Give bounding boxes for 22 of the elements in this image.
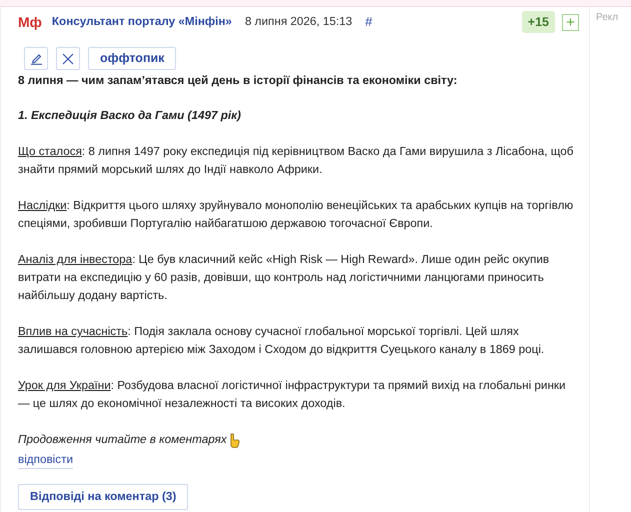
paragraph: Аналіз для інвестора: Це був класичний кейс «High Risk — High Reward». Лише один рейс окупив витрати на експедицію у 60 разів, довівши, що контроль над логістичними ланцюгами приносить найбільшу додану вартість. (18, 252, 550, 304)
sidebar-label: Рекл (596, 12, 618, 23)
section-heading: 1. Експедиція Васко да Гами (1497 рік) (18, 108, 242, 124)
paragraph: Що сталося: 8 липня 1497 року експедиція під керівництвом Васко да Гами вирушила з Лісабона, щоб знайти прямий морський шлях до Індії навколо Африки. (18, 144, 574, 178)
comment-date: 8 липня 2026, 15:13 (244, 14, 352, 30)
anchor-link[interactable]: # (365, 12, 372, 32)
paragraph: Урок для України: Розбудова власної логістичної інфраструктури та прямий вихід на глобальні ринки — це шлях до економічної незалежності та високих доходів. (18, 378, 567, 412)
score-badge: +15 (522, 10, 555, 34)
replies-button[interactable]: Відповіді на коментар (3) (18, 484, 188, 510)
paragraph: Наслідки: Відкриття цього шляху зруйнувало монополію венеційських та арабських купців на торгівлю спеціями, зробивши Португалію найбагатшою державою тогочасної Європи. (18, 198, 574, 232)
site-logo: Мф (18, 12, 42, 32)
close-icon (62, 52, 74, 64)
offtopic-button[interactable]: оффтопик (88, 47, 176, 70)
paragraph: Вплив на сучасність: Подія заклала основу сучасної глобальної морської торгівлі. Цей шлях залишався головною артерією між Заходом і Сходом до відкриття Суецького каналу в 1869 році. (18, 324, 546, 358)
pointing-hand-icon (228, 432, 240, 448)
edit-button[interactable] (24, 47, 48, 70)
delete-button[interactable] (56, 47, 80, 70)
continuation-text: Продовження читайте в коментарях (18, 432, 227, 448)
reply-link[interactable]: відповісти (18, 452, 73, 469)
pencil-icon (30, 52, 42, 65)
comment-title: 8 липня — чим запам’ятався цей день в історії фінансів та економіки світу: (18, 73, 458, 89)
author-link[interactable]: Консультант порталу «Мінфін» (52, 13, 232, 31)
